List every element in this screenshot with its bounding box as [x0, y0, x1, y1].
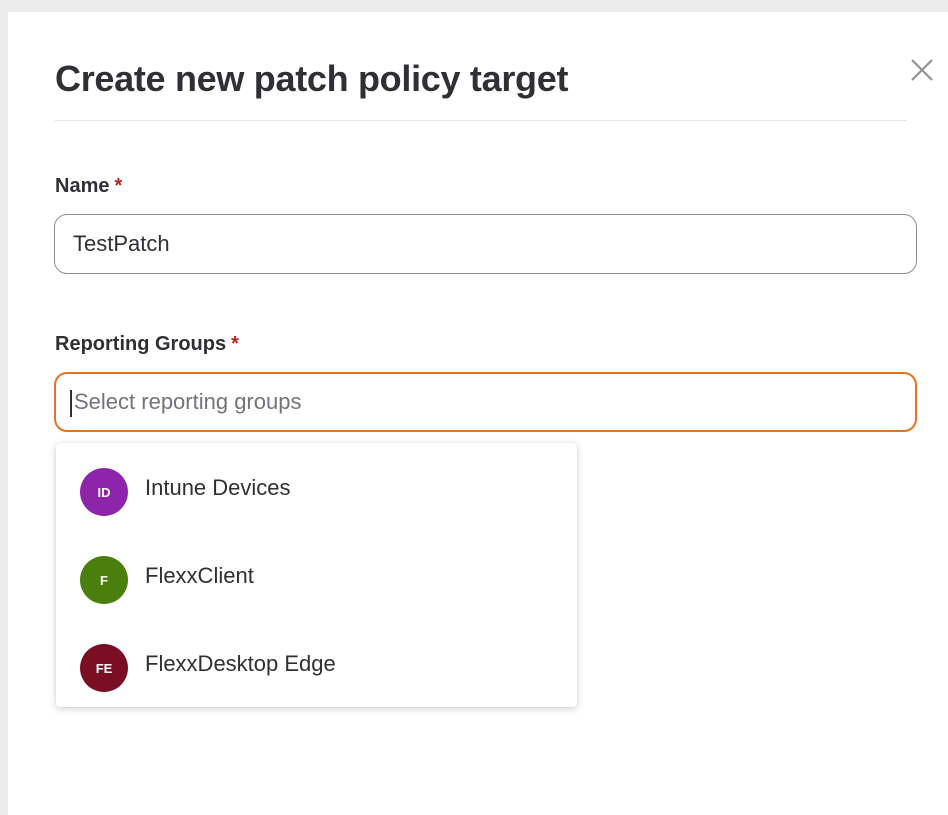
reporting-groups-label: Reporting Groups * [55, 333, 239, 356]
name-label: Name * [55, 175, 122, 198]
reporting-groups-field[interactable] [54, 372, 917, 432]
reporting-groups-input[interactable] [74, 374, 894, 430]
dropdown-option-flexxdesktop-edge[interactable]: FE FlexxDesktop Edge [56, 619, 577, 707]
avatar: FE [80, 644, 128, 692]
close-icon [911, 59, 933, 81]
required-marker: * [114, 175, 123, 197]
name-input[interactable] [73, 215, 893, 273]
text-caret [70, 390, 72, 417]
option-label: FlexxDesktop Edge [145, 651, 336, 676]
name-field[interactable] [54, 214, 917, 274]
avatar: F [80, 556, 128, 604]
option-label: FlexxClient [145, 563, 254, 588]
header-divider [55, 120, 907, 121]
dropdown-option-flexxclient[interactable]: F FlexxClient [56, 531, 577, 619]
dropdown-option-intune-devices[interactable]: ID Intune Devices [56, 443, 577, 531]
avatar: ID [80, 468, 128, 516]
close-button[interactable] [906, 54, 938, 86]
dialog-title: Create new patch policy target [55, 58, 569, 99]
reporting-groups-label-text: Reporting Groups [55, 333, 227, 355]
reporting-groups-dropdown: ID Intune Devices F FlexxClient FE Flexx… [56, 443, 577, 707]
option-label: Intune Devices [145, 475, 291, 500]
dialog: Create new patch policy target Name* Rep… [8, 12, 948, 815]
name-label-text: Name [55, 175, 110, 197]
required-marker: * [231, 333, 239, 355]
